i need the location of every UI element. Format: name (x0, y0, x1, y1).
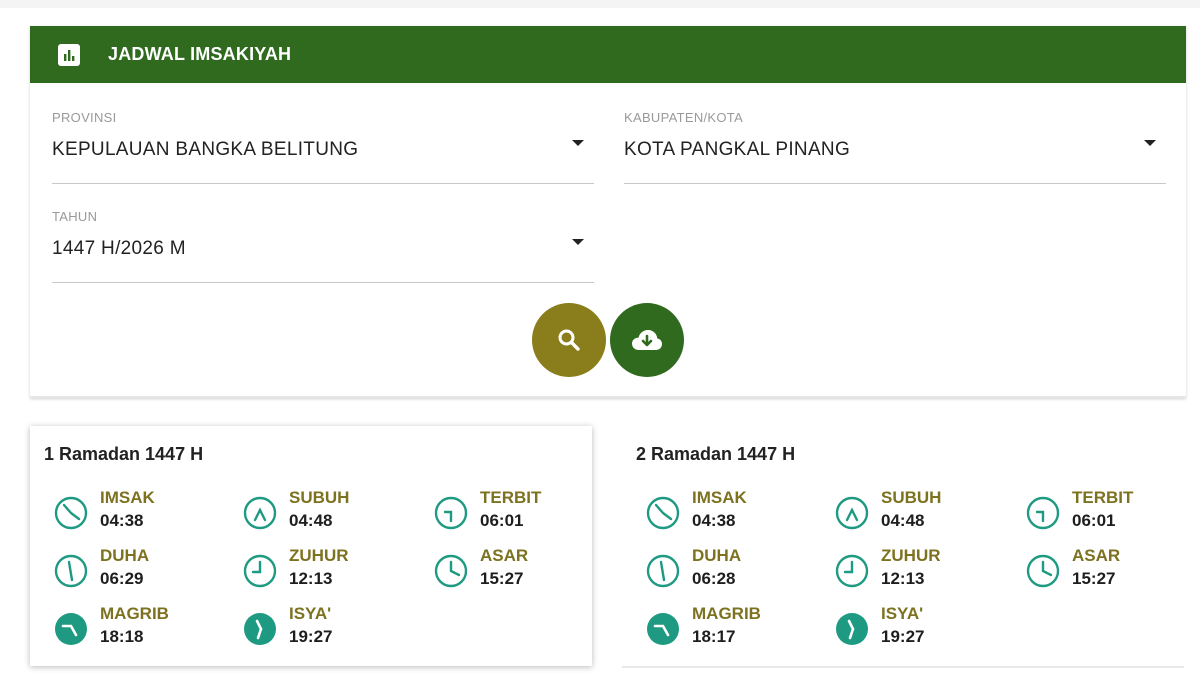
prayer-asar: ASAR 15:27 (424, 544, 604, 594)
prayer-duha: DUHA 06:29 (44, 544, 224, 594)
prayer-time: 06:29 (100, 569, 144, 588)
prayer-duha: DUHA 06:28 (636, 544, 816, 594)
prayer-name: ISYA' (289, 604, 332, 623)
bar-chart-icon (58, 44, 80, 66)
clock-icon (647, 613, 679, 645)
clock-icon (243, 554, 277, 588)
prayer-name: DUHA (692, 546, 742, 565)
clock-icon (54, 496, 88, 530)
prayer-name: ZUHUR (881, 546, 941, 565)
prayer-name: MAGRIB (100, 604, 169, 623)
download-button[interactable] (610, 303, 684, 377)
prayer-name: ISYA' (881, 604, 924, 623)
kota-select[interactable]: KABUPATEN/KOTA KOTA PANGKAL PINANG (624, 110, 1166, 184)
prayer-isya: ISYA' 19:27 (825, 602, 1005, 652)
prayer-time: 06:28 (692, 569, 736, 588)
prayer-name: ASAR (1072, 546, 1121, 565)
provinsi-label: PROVINSI (52, 110, 117, 125)
prayer-name: TERBIT (480, 488, 542, 507)
chevron-down-icon (1144, 140, 1156, 146)
clock-icon (835, 554, 869, 588)
page-title: JADWAL IMSAKIYAH (108, 44, 292, 64)
tahun-label: TAHUN (52, 209, 98, 224)
clock-icon (244, 613, 276, 645)
tahun-value: 1447 H/2026 M (52, 238, 186, 259)
prayer-asar: ASAR 15:27 (1016, 544, 1196, 594)
prayer-time: 06:01 (480, 511, 524, 530)
field-underline (52, 183, 594, 184)
clock-icon (243, 496, 277, 530)
prayer-magrib: MAGRIB 18:17 (636, 602, 816, 652)
field-underline (52, 282, 594, 283)
prayer-time: 04:48 (289, 511, 333, 530)
prayer-name: IMSAK (100, 488, 155, 507)
field-underline (624, 183, 1166, 184)
prayer-time: 04:38 (692, 511, 736, 530)
day-title: 2 Ramadan 1447 H (636, 444, 796, 464)
chevron-down-icon (572, 140, 584, 146)
prayer-zuhur: ZUHUR 12:13 (825, 544, 1005, 594)
browser-top-strip (0, 0, 1200, 8)
kota-label: KABUPATEN/KOTA (624, 110, 744, 125)
chevron-down-icon (572, 239, 584, 245)
tahun-select[interactable]: TAHUN 1447 H/2026 M (52, 209, 594, 283)
clock-icon (434, 554, 468, 588)
prayer-time: 15:27 (480, 569, 524, 588)
prayer-time: 12:13 (881, 569, 925, 588)
prayer-time: 15:27 (1072, 569, 1116, 588)
schedule-form-card: JADWAL IMSAKIYAH PROVINSI KEPULAUAN BANG… (30, 26, 1186, 398)
prayer-name: DUHA (100, 546, 150, 565)
prayer-name: TERBIT (1072, 488, 1134, 507)
provinsi-select[interactable]: PROVINSI KEPULAUAN BANGKA BELITUNG (52, 110, 594, 184)
clock-icon (1026, 554, 1060, 588)
prayer-name: ASAR (480, 546, 529, 565)
prayer-isya: ISYA' 19:27 (233, 602, 413, 652)
prayer-time: 18:17 (692, 627, 736, 646)
prayer-name: SUBUH (881, 488, 942, 507)
prayer-zuhur: ZUHUR 12:13 (233, 544, 413, 594)
card-header: JADWAL IMSAKIYAH (30, 26, 1186, 83)
prayer-name: ZUHUR (289, 546, 349, 565)
prayer-time: 06:01 (1072, 511, 1116, 530)
section-divider (30, 396, 1186, 398)
clock-icon (434, 496, 468, 530)
day-card: 1 Ramadan 1447 H IMSAK 04:38 SUBUH 04:48… (30, 426, 592, 666)
prayer-terbit: TERBIT 06:01 (424, 486, 604, 536)
clock-icon (835, 496, 869, 530)
provinsi-value: KEPULAUAN BANGKA BELITUNG (52, 139, 359, 160)
prayer-name: MAGRIB (692, 604, 761, 623)
prayer-name: SUBUH (289, 488, 350, 507)
prayer-time: 19:27 (289, 627, 333, 646)
prayer-subuh: SUBUH 04:48 (233, 486, 413, 536)
prayer-magrib: MAGRIB 18:18 (44, 602, 224, 652)
search-icon (558, 329, 580, 351)
prayer-time: 04:38 (100, 511, 144, 530)
clock-icon (54, 554, 88, 588)
search-button[interactable] (532, 303, 606, 377)
prayer-imsak: IMSAK 04:38 (636, 486, 816, 536)
clock-icon (55, 613, 87, 645)
clock-icon (1026, 496, 1060, 530)
cloud-download-icon (632, 330, 662, 350)
clock-icon (836, 613, 868, 645)
day-card: 2 Ramadan 1447 H IMSAK 04:38 SUBUH 04:48… (622, 426, 1184, 668)
clock-icon (646, 496, 680, 530)
prayer-terbit: TERBIT 06:01 (1016, 486, 1196, 536)
kota-value: KOTA PANGKAL PINANG (624, 139, 851, 160)
clock-icon (646, 554, 680, 588)
prayer-time: 19:27 (881, 627, 925, 646)
day-title: 1 Ramadan 1447 H (44, 444, 204, 464)
prayer-time: 04:48 (881, 511, 925, 530)
prayer-name: IMSAK (692, 488, 747, 507)
prayer-subuh: SUBUH 04:48 (825, 486, 1005, 536)
prayer-time: 18:18 (100, 627, 144, 646)
prayer-imsak: IMSAK 04:38 (44, 486, 224, 536)
prayer-time: 12:13 (289, 569, 333, 588)
